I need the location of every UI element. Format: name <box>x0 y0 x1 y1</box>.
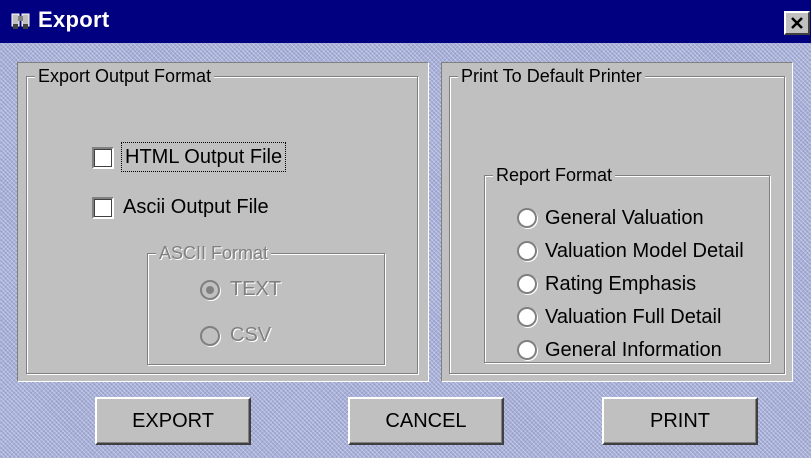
export-dialog: Export Export Output Format HTML Output … <box>0 0 811 458</box>
export-output-format-legend: Export Output Format <box>35 65 215 87</box>
general-information-radio[interactable] <box>517 340 537 360</box>
valuation-full-detail-label[interactable]: Valuation Full Detail <box>545 304 721 330</box>
report-format-group: Report Format General Valuation Valuatio… <box>484 164 770 363</box>
ascii-output-label[interactable]: Ascii Output File <box>123 194 269 220</box>
print-default-printer-legend: Print To Default Printer <box>458 65 645 87</box>
print-button[interactable]: PRINT <box>602 397 758 445</box>
csv-radio-label[interactable]: CSV <box>230 322 271 348</box>
general-valuation-label[interactable]: General Valuation <box>545 205 704 231</box>
export-format-panel: Export Output Format HTML Output File As… <box>17 62 429 382</box>
csv-radio[interactable] <box>200 326 220 346</box>
window-title: Export <box>38 7 110 32</box>
rating-emphasis-label[interactable]: Rating Emphasis <box>545 271 696 297</box>
export-button[interactable]: EXPORT <box>95 397 251 445</box>
valuation-model-detail-label[interactable]: Valuation Model Detail <box>545 238 744 264</box>
cancel-button[interactable]: CANCEL <box>348 397 504 445</box>
print-default-printer-group: Print To Default Printer Report Format G… <box>449 65 785 374</box>
valuation-model-detail-radio[interactable] <box>517 241 537 261</box>
text-radio-label[interactable]: TEXT <box>230 276 281 302</box>
radio-selected-dot <box>206 286 214 294</box>
html-output-checkbox[interactable] <box>92 147 114 169</box>
export-output-format-group: Export Output Format HTML Output File As… <box>26 65 418 374</box>
close-button[interactable] <box>784 11 810 35</box>
general-information-label[interactable]: General Information <box>545 337 722 363</box>
close-icon <box>791 17 803 29</box>
text-radio[interactable] <box>200 280 220 300</box>
binoculars-icon <box>10 10 32 32</box>
html-output-label[interactable]: HTML Output File <box>120 142 287 172</box>
print-panel: Print To Default Printer Report Format G… <box>441 62 793 382</box>
ascii-format-legend: ASCII Format <box>156 242 272 264</box>
rating-emphasis-radio[interactable] <box>517 274 537 294</box>
title-bar[interactable]: Export <box>0 0 811 43</box>
report-format-legend: Report Format <box>493 164 616 186</box>
ascii-output-checkbox[interactable] <box>92 197 114 219</box>
general-valuation-radio[interactable] <box>517 208 537 228</box>
ascii-format-group: ASCII Format TEXT CSV <box>147 242 385 365</box>
valuation-full-detail-radio[interactable] <box>517 307 537 327</box>
